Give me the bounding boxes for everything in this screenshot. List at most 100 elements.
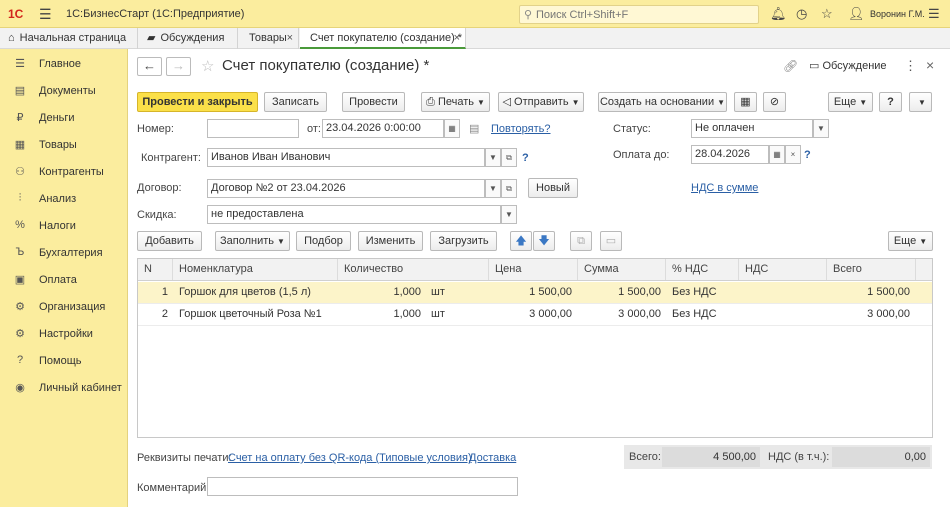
add-row-button[interactable]: Добавить [137, 231, 202, 251]
cell-n: 1 [161, 286, 168, 298]
favorite-star-icon[interactable]: ☆ [201, 57, 214, 75]
sidebar-item-money[interactable]: ₽ Деньги [0, 104, 128, 131]
close-tab-icon[interactable]: × [454, 28, 460, 48]
sidebar-item-settings[interactable]: ⚙ Настройки [0, 320, 128, 347]
contractor-dropdown-icon[interactable]: ▼ [485, 148, 501, 167]
goods-table[interactable]: N Номенклатура Количество Цена Сумма % Н… [137, 258, 933, 438]
user-icon[interactable]: 👤︎ [848, 6, 865, 22]
send-button[interactable]: ◁ Отправить ▼ [498, 92, 584, 112]
date-field[interactable]: 23.04.2026 0:00:00 [322, 119, 444, 138]
paste-button[interactable]: ▭ [600, 231, 622, 251]
print-details-link[interactable]: Счет на оплату без QR-кода (Типовые усло… [228, 452, 472, 464]
change-button[interactable]: Изменить [358, 231, 423, 251]
load-button[interactable]: Загрузить [430, 231, 497, 251]
close-tab-icon[interactable]: × [287, 28, 293, 48]
settings-menu-icon[interactable]: ☰ [928, 6, 940, 22]
help-button[interactable]: ? [879, 92, 902, 112]
close-icon[interactable]: × [926, 57, 934, 73]
sidebar-item-accounting[interactable]: Ъ Бухгалтерия [0, 239, 128, 266]
contractor-field[interactable]: Иванов Иван Иванович [207, 148, 485, 167]
tab-goods[interactable]: Товары × [239, 28, 299, 49]
cell-sum: 1 500,00 [618, 286, 661, 298]
sidebar-item-help[interactable]: ? Помощь [0, 347, 128, 374]
table-more-button[interactable]: Еще ▼ [888, 231, 933, 251]
contract-open-icon[interactable]: ⧉ [501, 179, 517, 198]
fill-button[interactable]: Заполнить ▼ [215, 231, 290, 251]
contract-field[interactable]: Договор №2 от 23.04.2026 [207, 179, 485, 198]
column-header[interactable]: N [138, 259, 173, 280]
forward-button[interactable]: → [166, 57, 191, 76]
sidebar-item-label: Бухгалтерия [39, 247, 103, 259]
more-small-button[interactable]: ▼ [909, 92, 932, 112]
more-button[interactable]: Еще ▼ [828, 92, 873, 112]
move-down-button[interactable]: 🡇 [533, 231, 555, 251]
contractor-help-icon[interactable]: ? [522, 152, 529, 164]
contract-dropdown-icon[interactable]: ▼ [485, 179, 501, 198]
tab-invoice[interactable]: Счет покупателю (создание) * × [300, 28, 466, 49]
sidebar-item-organization[interactable]: ⚙ Организация [0, 293, 128, 320]
tab-home[interactable]: ⌂ Начальная страница [0, 28, 138, 49]
chevron-down-icon: ▼ [277, 237, 285, 246]
global-search[interactable]: ⚲ [519, 5, 759, 24]
column-header[interactable]: Номенклатура [173, 259, 338, 280]
bell-icon[interactable]: 🔔︎ [770, 6, 787, 22]
sidebar-item-account[interactable]: ◉ Личный кабинет [0, 374, 128, 401]
user-name[interactable]: Воронин Г.М. [870, 9, 925, 19]
pay-until-field[interactable]: 28.04.2026 [691, 145, 769, 164]
documents-icon: ▤ [14, 85, 26, 97]
discussion-button[interactable]: ▭ Обсуждение [809, 59, 887, 72]
table-header: N Номенклатура Количество Цена Сумма % Н… [138, 259, 932, 281]
calendar-icon[interactable]: ▦ [444, 119, 460, 138]
pay-until-help-icon[interactable]: ? [804, 149, 811, 161]
status-dropdown-icon[interactable]: ▼ [813, 119, 829, 138]
table-row[interactable]: 2 Горшок цветочный Роза №1 1,000 шт 3 00… [138, 304, 932, 326]
discount-dropdown-icon[interactable]: ▼ [501, 205, 517, 224]
attachments-button[interactable]: ⊘ [763, 92, 786, 112]
column-header[interactable]: % НДС [666, 259, 739, 280]
create-based-on-button[interactable]: Создать на основании ▼ [598, 92, 727, 112]
vat-mode-link[interactable]: НДС в сумме [691, 182, 758, 194]
column-header[interactable]: Количество [338, 259, 489, 280]
link-icon[interactable]: 🔗︎ [783, 59, 798, 73]
sidebar-item-payment[interactable]: ▣ Оплата [0, 266, 128, 293]
sidebar-item-taxes[interactable]: % Налоги [0, 212, 128, 239]
sidebar-item-documents[interactable]: ▤ Документы [0, 77, 128, 104]
chevron-down-icon: ▼ [477, 98, 485, 107]
column-header[interactable]: Сумма [578, 259, 666, 280]
tab-discussions[interactable]: ▰ Обсуждения [139, 28, 238, 49]
comment-field[interactable] [207, 477, 518, 496]
column-header[interactable]: Всего [827, 259, 916, 280]
status-field[interactable]: Не оплачен [691, 119, 813, 138]
contractor-open-icon[interactable]: ⧉ [501, 148, 517, 167]
tab-label: Товары [249, 32, 287, 44]
calendar-icon[interactable]: ▦ [769, 145, 785, 164]
column-header[interactable]: НДС [739, 259, 827, 280]
print-button[interactable]: ⎙ Печать ▼ [421, 92, 490, 112]
number-field[interactable] [207, 119, 299, 138]
move-up-button[interactable]: 🡅 [510, 231, 532, 251]
search-input[interactable] [536, 7, 756, 22]
copy-row-button[interactable]: ⧉ [570, 231, 592, 251]
sidebar-item-analysis[interactable]: ⫶ Анализ [0, 185, 128, 212]
hamburger-menu-icon[interactable]: ☰ [39, 6, 52, 23]
repeat-link[interactable]: Повторять? [491, 123, 551, 135]
sidebar-item-contractors[interactable]: ⚇ Контрагенты [0, 158, 128, 185]
save-button[interactable]: Записать [264, 92, 327, 112]
back-button[interactable]: ← [137, 57, 162, 76]
sidebar-item-goods[interactable]: ▦ Товары [0, 131, 128, 158]
table-row[interactable]: 1 Горшок для цветов (1,5 л) 1,000 шт 1 5… [138, 282, 932, 304]
post-button[interactable]: Провести [342, 92, 405, 112]
pick-button[interactable]: Подбор [296, 231, 351, 251]
clear-icon[interactable]: × [785, 145, 801, 164]
structure-button[interactable]: ▦ [734, 92, 757, 112]
sidebar-item-main[interactable]: ☰ Главное [0, 50, 128, 77]
more-options-icon[interactable]: ⋮ [904, 58, 917, 74]
delivery-link[interactable]: Доставка [469, 452, 516, 464]
new-contract-button[interactable]: Новый [528, 178, 578, 198]
number-label: Номер: [137, 123, 174, 135]
history-icon[interactable]: ◷ [796, 6, 807, 22]
column-header[interactable]: Цена [489, 259, 578, 280]
discount-field[interactable]: не предоставлена [207, 205, 501, 224]
favorites-star-icon[interactable]: ☆ [821, 6, 833, 22]
post-and-close-button[interactable]: Провести и закрыть [137, 92, 258, 112]
